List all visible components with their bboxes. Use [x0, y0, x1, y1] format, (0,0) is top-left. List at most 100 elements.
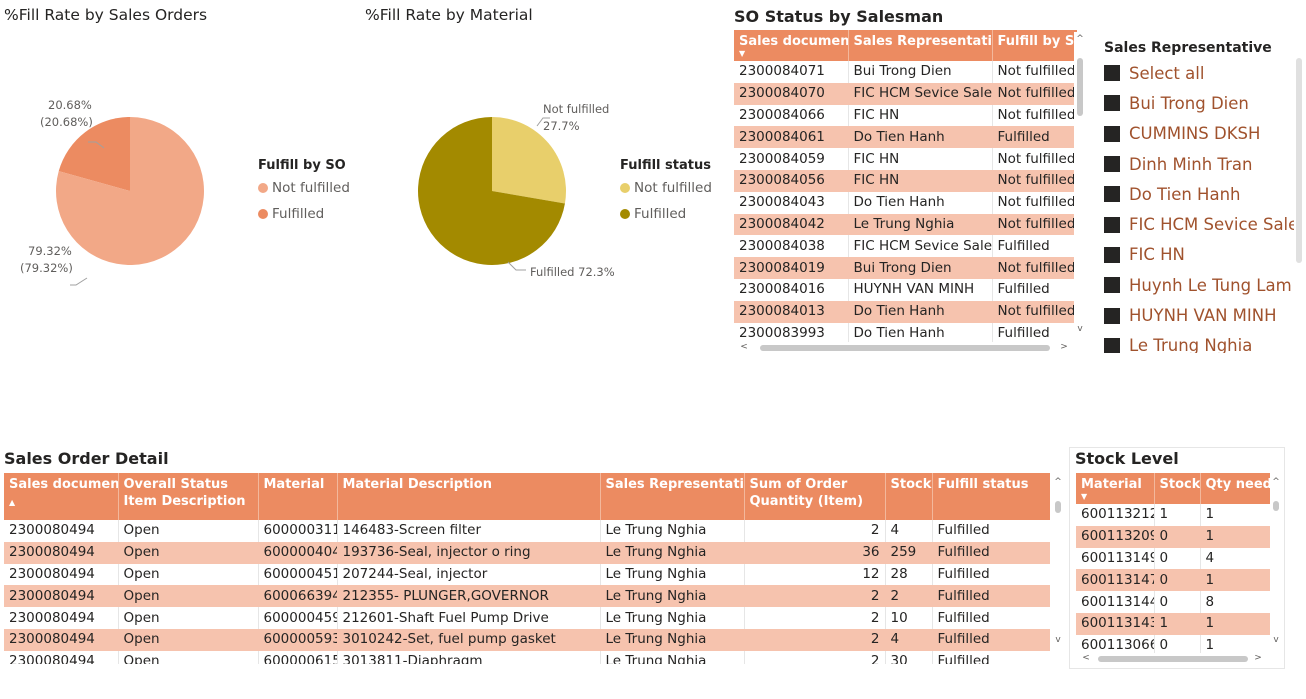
checkbox-icon[interactable] [1104, 95, 1120, 112]
slicer-item[interactable]: Select all [1104, 58, 1294, 88]
checkbox-icon[interactable] [1104, 307, 1120, 324]
table-row[interactable]: 2300084038 FIC HCM Sevice Sales Fulfilled [734, 235, 1077, 258]
table-row[interactable]: 600113144 0 8 [1076, 591, 1270, 613]
table-row[interactable]: 2300080494 Open 600000311 146483-Screen fil… [4, 520, 1050, 542]
table-row[interactable]: 600113212 1 1 [1076, 504, 1270, 526]
pie2-legend-item[interactable]: Not fulfilled [620, 178, 712, 198]
pie2-legend: Not fulfilled Fulfilled [620, 178, 712, 224]
table-cell: 1 [1200, 569, 1270, 592]
scroll-thumb[interactable] [1273, 501, 1279, 511]
scroll-down-icon[interactable]: v [1270, 635, 1282, 645]
table-row[interactable]: 2300083993 Do Tien Hanh Fulfilled [734, 322, 1077, 342]
col-header-material[interactable]: Material ▼ [1076, 473, 1155, 504]
col-header-sales-document[interactable]: Sales document ▼ [734, 30, 849, 61]
col-header-fulfill-status[interactable]: Fulfill status [932, 473, 1050, 520]
col-header-order-quantity[interactable]: Sum of Order Quantity (Item) [744, 473, 886, 520]
table-cell: 2300084059 [734, 148, 849, 170]
so-status-vscrollbar[interactable]: ^ v [1074, 32, 1086, 338]
stock-vscrollbar[interactable]: ^ v [1270, 475, 1282, 649]
table-cell: Not fulfilled [992, 191, 1077, 214]
slicer-item[interactable]: Huynh Le Tung Lam [1104, 270, 1294, 300]
checkbox-icon[interactable] [1104, 246, 1120, 263]
table-row[interactable]: 2300080494 Open 600000615 3013811-Diaphragm… [4, 650, 1050, 664]
table-row[interactable]: 2300080494 Open 600000459 212601-Shaft Fuel… [4, 607, 1050, 629]
checkbox-icon[interactable] [1104, 186, 1120, 203]
scroll-down-icon[interactable]: v [1074, 324, 1086, 334]
table-cell: Not fulfilled [992, 61, 1077, 83]
scroll-up-icon[interactable]: ^ [1052, 477, 1064, 487]
slicer-item[interactable]: Dinh Minh Tran [1104, 149, 1294, 179]
table-cell: 600000593 [258, 628, 338, 651]
col-header-material[interactable]: Material [258, 473, 338, 520]
table-row[interactable]: 2300084042 Le Trung Nghia Not fulfilled [734, 213, 1077, 236]
scroll-up-icon[interactable]: ^ [1074, 34, 1086, 44]
table-row[interactable]: 2300084056 FIC HN Not fulfilled [734, 169, 1077, 192]
checkbox-icon[interactable] [1104, 125, 1120, 142]
slicer-item[interactable]: Bui Trong Dien [1104, 88, 1294, 118]
table-row[interactable]: 2300084013 Do Tien Hanh Not fulfilled [734, 300, 1077, 323]
table-row[interactable]: 2300084016 HUYNH VAN MINH Fulfilled [734, 278, 1077, 301]
col-header-sales-document[interactable]: Sales document ▲ [4, 473, 119, 520]
table-row[interactable]: 2300084066 FIC HN Not fulfilled [734, 104, 1077, 127]
col-header-stock[interactable]: Stock [1154, 473, 1201, 504]
checkbox-icon[interactable] [1104, 65, 1120, 82]
table-row[interactable]: 2300084070 FIC HCM Sevice Sales Not fulfil… [734, 82, 1077, 105]
col-header-qty-need[interactable]: Qty need [1200, 473, 1270, 504]
scroll-thumb[interactable] [1077, 58, 1083, 116]
table-row[interactable]: 600113066 0 1 [1076, 634, 1270, 653]
col-header-fulfill-by-so[interactable]: Fulfill by SO [992, 30, 1077, 61]
checkbox-icon[interactable] [1104, 156, 1120, 173]
col-header-sales-representative[interactable]: Sales Representative [600, 473, 745, 520]
so-status-hscrollbar[interactable]: < > [734, 342, 1077, 354]
table-row[interactable]: 2300080494 Open 600066394 212355- PLUNGER,G… [4, 585, 1050, 608]
table-row[interactable]: 2300080494 Open 600000593 3010242-Set, fuel… [4, 628, 1050, 651]
table-cell: 12 [744, 563, 886, 586]
table-cell: 600000404 [258, 541, 338, 564]
scroll-left-icon[interactable]: < [1080, 653, 1092, 663]
pie2-legend-item[interactable]: Fulfilled [620, 204, 712, 224]
slicer-item[interactable]: HUYNH VAN MINH [1104, 300, 1294, 330]
table-row[interactable]: 2300084071 Bui Trong Dien Not fulfilled [734, 61, 1077, 83]
order-detail-vscrollbar[interactable]: ^ v [1052, 475, 1064, 651]
table-row[interactable]: 2300084059 FIC HN Not fulfilled [734, 148, 1077, 170]
slicer-item[interactable]: CUMMINS DKSH [1104, 119, 1294, 149]
pie1-legend-item[interactable]: Fulfilled [258, 204, 350, 224]
scroll-thumb[interactable] [1055, 501, 1061, 513]
scroll-right-icon[interactable]: > [1252, 653, 1264, 663]
table-cell: 600113144 [1076, 591, 1155, 613]
scroll-down-icon[interactable]: v [1052, 635, 1064, 645]
col-header-sales-representative[interactable]: Sales Representative [848, 30, 993, 61]
table-row[interactable]: 2300084061 Do Tien Hanh Fulfilled [734, 126, 1077, 149]
stock-hscrollbar[interactable]: < > [1076, 653, 1270, 665]
sort-desc-icon: ▼ [739, 49, 746, 58]
col-header-material-description[interactable]: Material Description [337, 473, 601, 520]
slicer-item[interactable]: FIC HN [1104, 240, 1294, 270]
scroll-thumb[interactable] [760, 345, 1050, 351]
table-row[interactable]: 2300080494 Open 600000451 207244-Seal, inje… [4, 563, 1050, 586]
col-header-overall-status[interactable]: Overall Status Item Description [118, 473, 259, 520]
slicer-item[interactable]: FIC HCM Sevice Sales [1104, 209, 1294, 239]
table-row[interactable]: 600113149 0 4 [1076, 547, 1270, 570]
table-row[interactable]: 2300084043 Do Tien Hanh Not fulfilled [734, 191, 1077, 214]
slicer-item[interactable]: Le Trung Nghia [1104, 331, 1294, 353]
slicer-item[interactable]: Do Tien Hanh [1104, 179, 1294, 209]
pie1-legend-item[interactable]: Not fulfilled [258, 178, 350, 198]
table-cell: 2300084019 [734, 257, 849, 279]
checkbox-icon[interactable] [1104, 337, 1120, 353]
table-row[interactable]: 2300084019 Bui Trong Dien Not fulfilled [734, 257, 1077, 279]
table-row[interactable]: 2300080494 Open 600000404 193736-Seal, inje… [4, 541, 1050, 564]
slicer-title: Sales Representative [1104, 40, 1272, 56]
col-header-stock[interactable]: Stock [885, 473, 933, 520]
table-row[interactable]: 600113143 1 1 [1076, 612, 1270, 635]
checkbox-icon[interactable] [1104, 216, 1120, 233]
checkbox-icon[interactable] [1104, 277, 1120, 294]
table-row[interactable]: 600113147 0 1 [1076, 569, 1270, 592]
scroll-up-icon[interactable]: ^ [1270, 477, 1282, 487]
scroll-right-icon[interactable]: > [1058, 342, 1070, 352]
table-cell: 0 [1154, 591, 1201, 613]
slicer-scrollbar[interactable] [1296, 58, 1302, 263]
pie1-slices [55, 117, 205, 265]
scroll-left-icon[interactable]: < [738, 342, 750, 352]
table-row[interactable]: 600113209 0 1 [1076, 525, 1270, 548]
scroll-thumb[interactable] [1098, 656, 1248, 662]
